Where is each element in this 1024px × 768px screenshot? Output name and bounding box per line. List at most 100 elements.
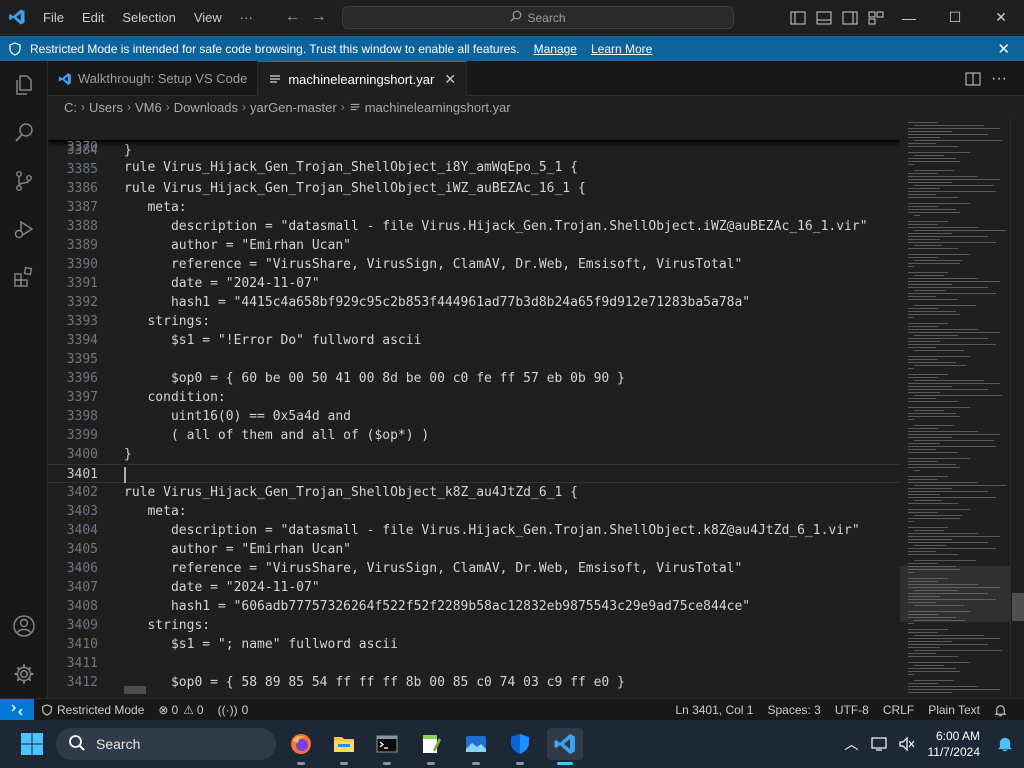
code-line[interactable]: 3412 $op0 = { 58 89 85 54 ff ff ff 8b 00… xyxy=(48,673,900,692)
code-line[interactable]: 3404 description = "datasmall - file Vir… xyxy=(48,521,900,540)
code-line[interactable]: 3390 reference = "VirusShare, VirusSign,… xyxy=(48,255,900,274)
code-editor[interactable]: 3384} 3385 3386 rule Virus_Hijack_Gen_Troja… xyxy=(48,118,900,698)
notepad-plus-plus-icon[interactable] xyxy=(413,728,449,765)
accounts-icon[interactable] xyxy=(0,602,48,650)
vscode-logo-icon[interactable] xyxy=(0,0,34,35)
breadcrumb-item[interactable]: yarGen-master xyxy=(250,100,337,115)
minimap[interactable] xyxy=(900,118,1010,698)
code-line[interactable]: 3403 meta: xyxy=(48,502,900,521)
code-line[interactable]: 3392 hash1 = "4415c4a658bf929c95c2b853f4… xyxy=(48,293,900,312)
photos-icon[interactable] xyxy=(458,728,494,765)
vscode-taskbar-icon[interactable] xyxy=(547,728,583,765)
tab-machinelearningshort[interactable]: machinelearningshort.yar ✕ xyxy=(258,61,468,96)
more-actions-icon[interactable]: ··· xyxy=(986,70,1012,88)
minimize-icon[interactable]: — xyxy=(886,0,932,35)
windows-taskbar: Search ︿ 6:00 AM 11/7/2024 xyxy=(0,720,1024,768)
sticky-scroll-header[interactable]: 3370 rule Virus_Hijack_Gen_Trojan_ShellO… xyxy=(48,118,900,175)
settings-gear-icon[interactable] xyxy=(0,650,48,698)
code-line[interactable]: 3391 date = "2024-11-07" xyxy=(48,274,900,293)
encoding[interactable]: UTF-8 xyxy=(828,699,876,721)
manage-link[interactable]: Manage xyxy=(534,42,577,56)
code-text: meta: xyxy=(124,504,187,519)
chevron-up-icon[interactable]: ︿ xyxy=(838,734,866,754)
tab-walkthrough[interactable]: Walkthrough: Setup VS Code xyxy=(48,61,259,96)
breadcrumb-item[interactable]: VM6 xyxy=(135,100,162,115)
toggle-panel-icon[interactable] xyxy=(811,8,837,28)
search-view-icon[interactable] xyxy=(0,109,48,157)
remote-indicator-icon[interactable] xyxy=(0,698,34,721)
menu-view[interactable]: View xyxy=(185,0,231,35)
horizontal-scrollbar[interactable] xyxy=(124,686,146,694)
run-debug-icon[interactable] xyxy=(0,205,48,253)
code-text: meta: xyxy=(124,200,187,215)
command-center-search[interactable]: Search xyxy=(342,6,734,29)
code-line[interactable]: 3410 $s1 = "; name" fullword ascii xyxy=(48,635,900,654)
code-line[interactable]: 3398 uint16(0) == 0x5a4d and xyxy=(48,407,900,426)
code-line[interactable]: 3386 rule Virus_Hijack_Gen_Trojan_ShellOb… xyxy=(48,179,900,198)
toggle-secondary-sidebar-icon[interactable] xyxy=(837,8,863,28)
source-control-icon[interactable] xyxy=(0,157,48,205)
terminal-icon[interactable] xyxy=(369,728,405,765)
code-line[interactable]: 3407 date = "2024-11-07" xyxy=(48,578,900,597)
explorer-icon[interactable] xyxy=(0,61,48,109)
forward-arrow-icon[interactable]: → xyxy=(306,0,332,35)
menu-selection[interactable]: Selection xyxy=(113,0,184,35)
code-line[interactable]: 3396 $op0 = { 60 be 00 50 41 00 8d be 00… xyxy=(48,369,900,388)
restricted-mode-status[interactable]: Restricted Mode xyxy=(34,699,151,721)
minimap-slider[interactable] xyxy=(900,566,1010,622)
notifications-bell-icon[interactable] xyxy=(987,699,1014,721)
close-banner-icon[interactable]: ✕ xyxy=(997,40,1010,58)
close-window-icon[interactable]: ✕ xyxy=(978,0,1024,35)
windows-security-icon[interactable] xyxy=(502,728,538,765)
extensions-icon[interactable] xyxy=(0,253,48,301)
breadcrumb-item[interactable]: Downloads xyxy=(174,100,238,115)
code-line[interactable]: 3388 description = "datasmall - file Vir… xyxy=(48,217,900,236)
language-mode[interactable]: Plain Text xyxy=(921,699,987,721)
code-line[interactable]: 3400} xyxy=(48,445,900,464)
code-line[interactable]: 3399 ( all of them and all of ($op*) ) xyxy=(48,426,900,445)
status-bar: Restricted Mode ⊗ 0 ⚠ 0 ((·)) 0 Ln 3401,… xyxy=(0,698,1024,721)
windows-start-icon[interactable] xyxy=(20,732,44,761)
menu-edit[interactable]: Edit xyxy=(73,0,113,35)
vertical-scrollbar[interactable] xyxy=(1010,118,1024,698)
current-line[interactable]: 3401 xyxy=(48,464,900,483)
code-line[interactable]: 3405 author = "Emirhan Ucan" xyxy=(48,540,900,559)
clock[interactable]: 6:00 AM 11/7/2024 xyxy=(928,728,981,760)
close-tab-icon[interactable]: ✕ xyxy=(444,71,456,88)
scrollbar-thumb[interactable] xyxy=(1012,593,1024,621)
code-line[interactable]: 3411 xyxy=(48,654,900,673)
line-number: 3404 xyxy=(66,523,98,538)
learn-more-link[interactable]: Learn More xyxy=(591,42,652,56)
maximize-icon[interactable]: ☐ xyxy=(932,0,978,35)
code-line[interactable]: 3408 hash1 = "606adb77757326264f522f52f2… xyxy=(48,597,900,616)
back-arrow-icon[interactable]: ← xyxy=(280,0,306,35)
breadcrumb-item[interactable]: C: xyxy=(64,100,77,115)
code-line[interactable]: 3409 strings: xyxy=(48,616,900,635)
code-line[interactable]: 3389 author = "Emirhan Ucan" xyxy=(48,236,900,255)
code-line[interactable]: 3395 xyxy=(48,350,900,369)
code-line[interactable]: 3406 reference = "VirusShare, VirusSign,… xyxy=(48,559,900,578)
code-line[interactable]: 3387 meta: xyxy=(48,198,900,217)
end-of-line[interactable]: CRLF xyxy=(876,699,921,721)
menu-file[interactable]: File xyxy=(34,0,73,35)
menu-more[interactable]: ··· xyxy=(231,0,262,35)
problems-status[interactable]: ⊗ 0 ⚠ 0 xyxy=(151,699,210,721)
file-explorer-icon[interactable] xyxy=(326,728,362,765)
code-line[interactable]: 3394 $s1 = "!Error Do" fullword ascii xyxy=(48,331,900,350)
indentation[interactable]: Spaces: 3 xyxy=(760,699,827,721)
toggle-primary-sidebar-icon[interactable] xyxy=(785,8,811,28)
taskbar-search[interactable]: Search xyxy=(56,728,276,760)
network-icon[interactable] xyxy=(866,736,894,752)
notification-bell-icon[interactable] xyxy=(992,736,1018,752)
firefox-icon[interactable] xyxy=(283,728,319,765)
code-line[interactable]: 3397 condition: xyxy=(48,388,900,407)
breadcrumb-item[interactable]: machinelearningshort.yar xyxy=(365,100,511,115)
ports-status[interactable]: ((·)) 0 xyxy=(211,699,256,721)
code-line[interactable]: 3393 strings: xyxy=(48,312,900,331)
code-line[interactable]: 3402 rule Virus_Hijack_Gen_Trojan_ShellOb… xyxy=(48,483,900,502)
line-number: 3397 xyxy=(66,390,98,405)
split-editor-icon[interactable] xyxy=(960,72,986,86)
volume-muted-icon[interactable] xyxy=(894,736,920,752)
breadcrumb-item[interactable]: Users xyxy=(89,100,123,115)
cursor-position[interactable]: Ln 3401, Col 1 xyxy=(668,699,760,721)
